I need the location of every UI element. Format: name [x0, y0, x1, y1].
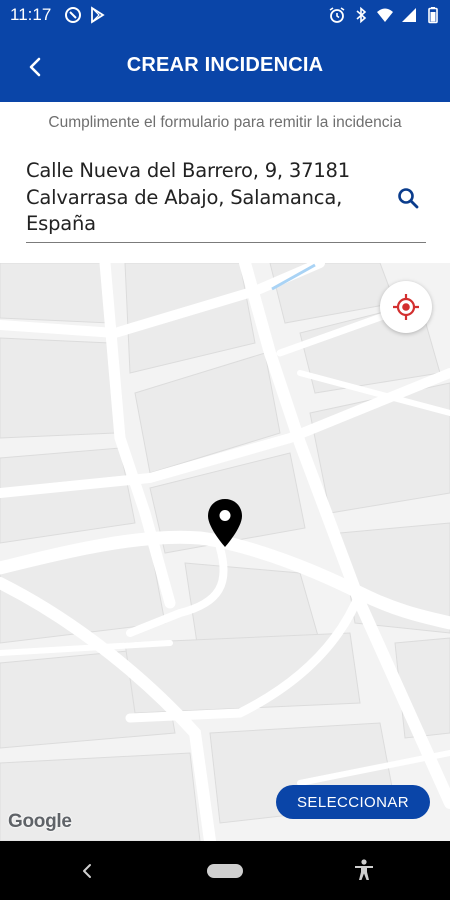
status-left-icons [64, 6, 106, 24]
search-button[interactable] [392, 182, 424, 214]
system-nav-bar [0, 841, 450, 900]
accessibility-icon [355, 859, 373, 880]
form-instruction: Cumplimente el formulario para remitir l… [48, 114, 402, 131]
nav-back-button[interactable] [74, 858, 100, 884]
select-location-button[interactable]: SELECCIONAR [276, 785, 430, 819]
map-background [0, 263, 450, 841]
alarm-icon [329, 7, 345, 23]
status-time: 11:17 [10, 5, 52, 24]
app-bar: CREAR INCIDENCIA [0, 30, 450, 102]
page-title: CREAR INCIDENCIA [126, 54, 324, 76]
search-icon [398, 188, 419, 209]
nav-back-icon [83, 864, 91, 878]
bluetooth-icon [356, 6, 367, 24]
nav-home-pill[interactable] [207, 864, 243, 878]
wifi-icon [377, 8, 393, 22]
battery-icon [428, 7, 438, 24]
play-store-icon [91, 6, 105, 24]
gps-target-icon [393, 294, 419, 320]
google-logo: Google [8, 811, 72, 832]
status-bar: 11:17 [0, 0, 450, 30]
map-pin-icon[interactable] [206, 498, 244, 548]
address-input-value[interactable]: Calle Nueva del Barrero, 9, 37181 Calvar… [26, 158, 376, 238]
address-field[interactable]: Calle Nueva del Barrero, 9, 37181 Calvar… [26, 152, 426, 243]
signal-icon [402, 8, 416, 22]
map-view[interactable]: Google SELECCIONAR [0, 263, 450, 841]
status-right-icons [328, 6, 442, 24]
sync-icon [65, 7, 81, 23]
accessibility-button[interactable] [350, 856, 378, 884]
locate-me-button[interactable] [380, 281, 432, 333]
